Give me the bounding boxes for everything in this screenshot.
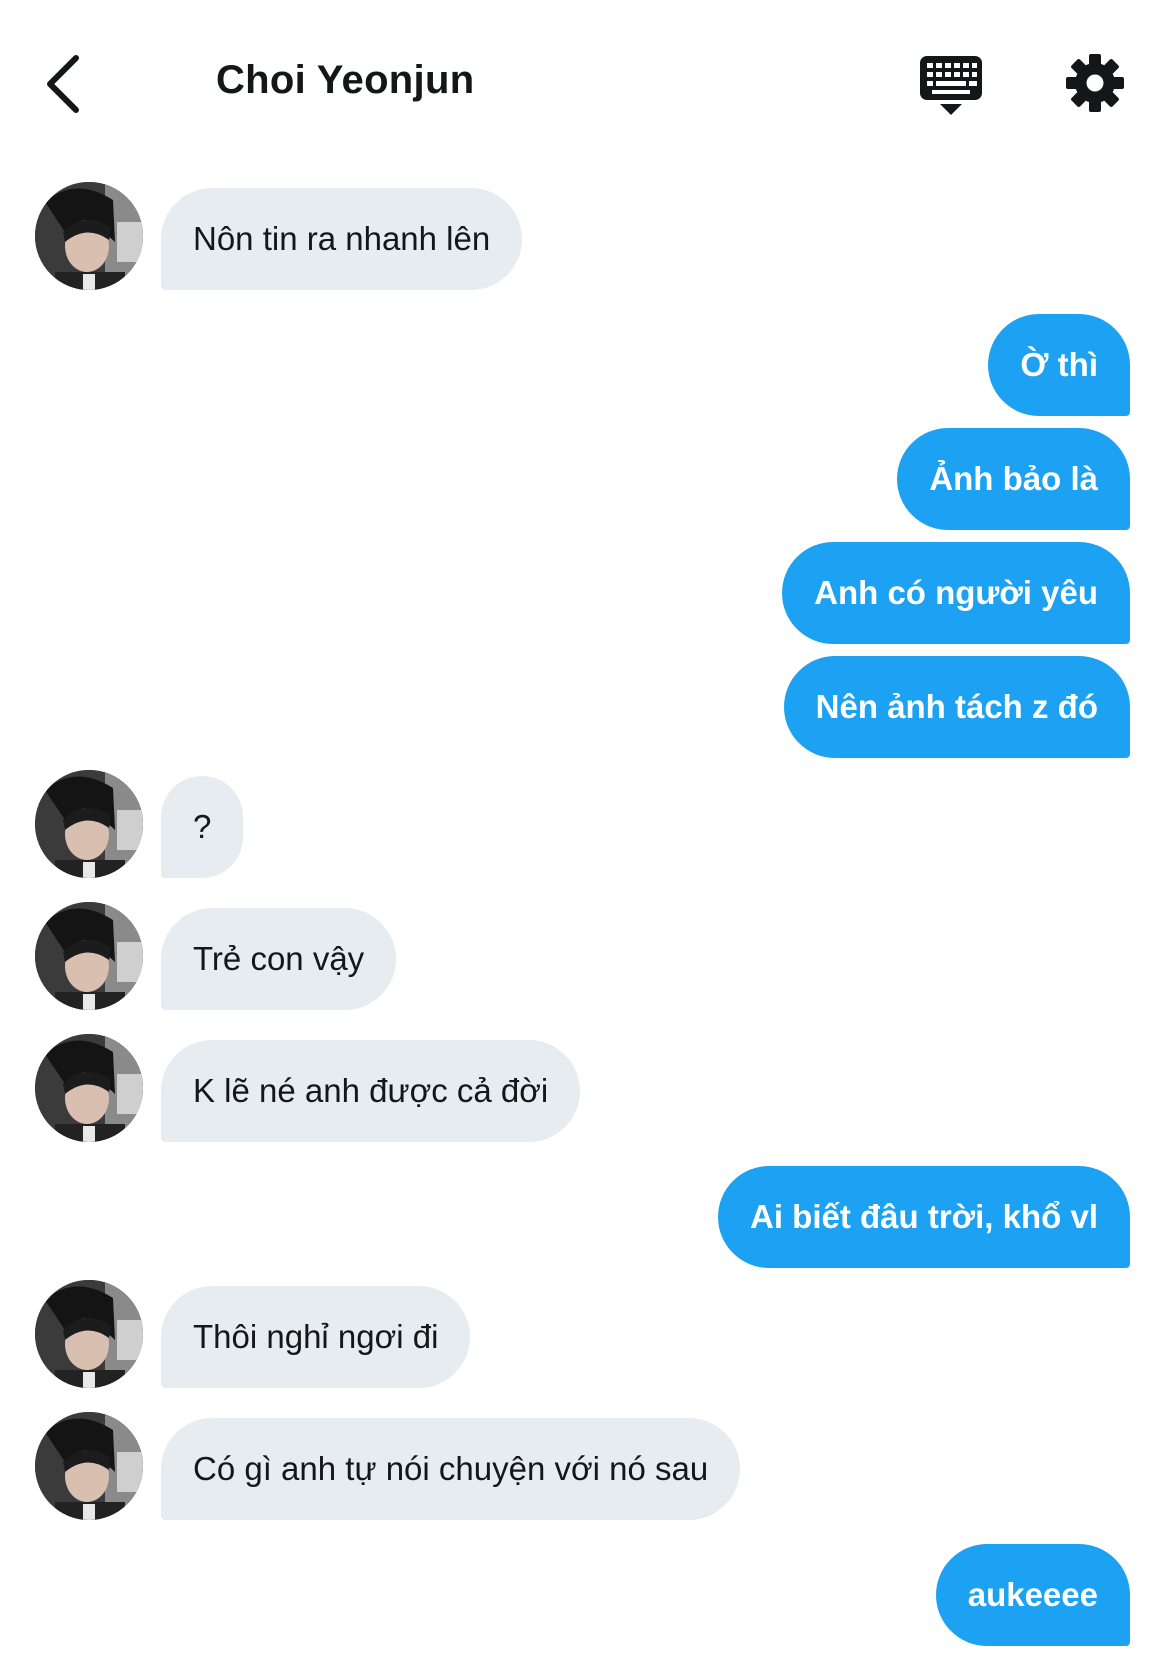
- avatar[interactable]: [35, 1412, 143, 1520]
- incoming-message-bubble[interactable]: Thôi nghỉ ngơi đi: [161, 1286, 471, 1388]
- incoming-message-bubble[interactable]: K lẽ né anh được cả đời: [161, 1040, 581, 1142]
- gear-icon: [1066, 54, 1124, 112]
- incoming-message-bubble[interactable]: ?: [161, 776, 244, 878]
- incoming-message-bubble[interactable]: Có gì anh tự nói chuyện với nó sau: [161, 1418, 741, 1520]
- avatar[interactable]: [35, 182, 143, 290]
- incoming-message-bubble[interactable]: Trẻ con vậy: [161, 908, 397, 1010]
- incoming-message-bubble[interactable]: Nôn tin ra nhanh lên: [161, 188, 523, 290]
- settings-button[interactable]: [1064, 52, 1126, 114]
- outgoing-message-bubble[interactable]: aukeeee: [935, 1544, 1130, 1646]
- chevron-left-icon: [47, 55, 79, 113]
- avatar[interactable]: [35, 770, 143, 878]
- outgoing-message-bubble[interactable]: Nên ảnh tách z đó: [783, 656, 1130, 758]
- avatar[interactable]: [35, 1280, 143, 1388]
- avatar[interactable]: [35, 902, 143, 1010]
- avatar[interactable]: [35, 1034, 143, 1142]
- keyboard-toggle-button[interactable]: [918, 54, 984, 118]
- conversation-title: Choi Yeonjun: [216, 58, 475, 102]
- outgoing-message-bubble[interactable]: Ờ thì: [988, 314, 1130, 416]
- back-button[interactable]: [40, 52, 96, 116]
- conversation-header: Choi Yeonjun: [0, 0, 1170, 150]
- outgoing-message-bubble[interactable]: Ai biết đâu trời, khổ vl: [718, 1166, 1130, 1268]
- outgoing-message-bubble[interactable]: Ảnh bảo là: [897, 428, 1130, 530]
- outgoing-message-bubble[interactable]: Anh có người yêu: [782, 542, 1130, 644]
- keyboard-icon: [920, 56, 982, 115]
